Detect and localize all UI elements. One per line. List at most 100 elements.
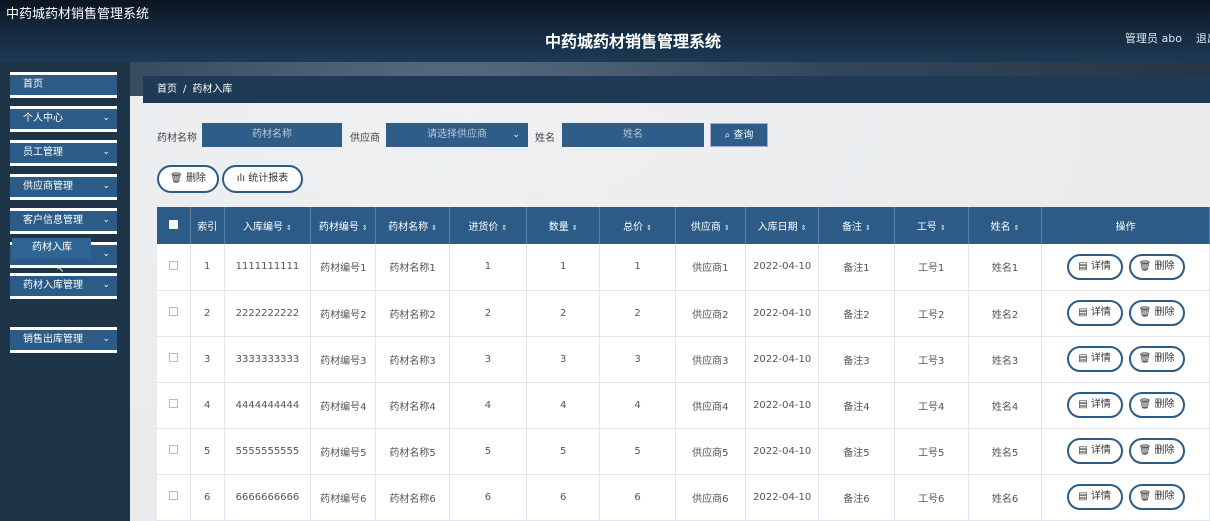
breadcrumb-current: 药材入库 [192,84,233,95]
table-cell: 供应商3 [675,336,746,383]
detail-button[interactable]: ▤ 详情 [1066,438,1123,464]
select-all-header[interactable] [157,207,191,244]
table-cell: 2022-04-10 [745,336,820,383]
sort-icon[interactable]: ⇕ [1014,224,1020,232]
column-header-0[interactable]: 索引 [190,207,225,244]
table-cell: 工号6 [894,474,969,521]
sort-icon[interactable]: ⇕ [646,224,652,232]
detail-button[interactable]: ▤ 详情 [1066,300,1123,326]
batch-delete-button[interactable]: 🗑 删除 [157,165,219,193]
detail-button[interactable]: ▤ 详情 [1066,392,1123,418]
sort-icon[interactable]: ⇕ [501,224,507,232]
table-cell: 姓名6 [968,474,1043,521]
table-cell: 1 [526,244,601,291]
sidebar-item-0[interactable]: 首页 [10,72,117,98]
sort-icon[interactable]: ⇕ [940,224,946,232]
table-cell: 药材编号5 [310,428,377,475]
sidebar-item-4[interactable]: 客户信息管理 ⌄ [10,208,117,234]
row-checkbox[interactable] [168,307,178,316]
column-header-3[interactable]: 药材名称 ⇕ [375,207,450,244]
sort-icon[interactable]: ⇕ [801,224,807,232]
table-cell: 供应商4 [675,382,746,429]
table-cell: 1 [599,244,676,291]
column-header-6[interactable]: 总价 ⇕ [599,207,676,244]
column-header-12[interactable]: 操作 [1041,207,1210,244]
sort-icon[interactable]: ⇕ [286,224,292,232]
table-cell: 供应商2 [675,290,746,337]
sort-icon[interactable]: ⇕ [362,224,368,232]
detail-button[interactable]: ▤ 详情 [1066,346,1123,372]
table-cell: 2 [190,290,225,337]
statistics-report-button[interactable]: ılı 统计报表 [222,165,303,193]
table-cell: 药材名称5 [375,428,450,475]
sort-icon[interactable]: ⇕ [724,224,730,232]
logout-link[interactable]: 退出 [1196,30,1210,46]
table-cell: 姓名2 [968,290,1043,337]
table-cell: 药材编号1 [310,244,377,291]
search-button[interactable]: ⌕ 查询 [710,123,768,147]
column-header-9[interactable]: 备注 ⇕ [818,207,895,244]
sidebar-item-1[interactable]: 个人中心 ⌄ [10,106,117,132]
row-checkbox[interactable] [168,445,178,454]
chevron-down-icon: ⌄ [102,181,110,191]
medicine-name-input[interactable]: 药材名称 [202,123,342,147]
document-icon: ▤ [1078,445,1088,456]
sidebar-item-6[interactable]: 药材入库管理 ⌄ [10,273,117,299]
sort-icon[interactable]: ⇕ [572,224,578,232]
chevron-down-icon: ⌄ [102,147,110,157]
column-header-11[interactable]: 姓名 ⇕ [968,207,1043,244]
sort-icon[interactable]: ⇕ [865,224,871,232]
table-cell: 6 [449,474,528,521]
table-row: 6 6666666666 药材编号6 药材名称6 6 6 6 供应商6 2022-04-10 备注… [157,474,1210,521]
sidebar-item-2[interactable]: 员工管理 ⌄ [10,140,117,166]
row-checkbox[interactable] [168,260,178,270]
table-cell: 5 [599,428,676,475]
delete-button[interactable]: 🗑 删除 [1128,392,1185,418]
delete-button[interactable]: 🗑 删除 [1128,300,1185,326]
table-cell: 姓名5 [968,428,1043,475]
table-row: 1 1111111111 药材编号1 药材名称1 1 1 1 供应商1 2022-04-10 备注… [157,244,1210,291]
breadcrumb-home[interactable]: 首页 [157,84,177,95]
delete-button[interactable]: 🗑 删除 [1128,438,1185,464]
column-header-8[interactable]: 入库日期 ⇕ [745,207,820,244]
table-cell: 3333333333 [224,336,312,383]
detail-button[interactable]: ▤ 详情 [1066,253,1123,280]
delete-button[interactable]: 🗑 删除 [1128,346,1185,372]
row-checkbox[interactable] [168,353,178,362]
current-user[interactable]: 管理员 abo [1125,30,1182,46]
select-all-checkbox[interactable] [168,219,178,229]
table-cell: 5 [449,428,528,475]
column-header-7[interactable]: 供应商 ⇕ [675,207,746,244]
table-cell: 备注3 [818,336,895,383]
document-icon: ▤ [1078,307,1088,318]
table-cell: 1 [449,244,528,291]
sidebar-item-7[interactable]: 销售出库管理 ⌄ [10,327,117,353]
column-header-2[interactable]: 药材编号 ⇕ [310,207,377,244]
detail-button[interactable]: ▤ 详情 [1066,484,1123,510]
row-checkbox[interactable] [168,399,178,408]
table-cell: 1111111111 [224,244,312,291]
trash-icon: 🗑 [170,173,183,184]
column-header-4[interactable]: 进货价 ⇕ [449,207,528,244]
table-cell: 2022-04-10 [745,428,820,475]
row-checkbox[interactable] [168,491,178,500]
table-body: 1 1111111111 药材编号1 药材名称1 1 1 1 供应商1 2022-04-10 备注… [157,244,1210,521]
column-header-1[interactable]: 入库编号 ⇕ [224,207,312,244]
column-header-5[interactable]: 数量 ⇕ [526,207,601,244]
table-cell: 3 [190,336,225,383]
trash-icon: 🗑 [1138,399,1152,410]
sidebar-item-3[interactable]: 供应商管理 ⌄ [10,174,117,200]
row-actions: ▤ 详情 🗑 删除 [1041,474,1210,521]
table-cell: 4444444444 [224,382,312,429]
table-row: 3 3333333333 药材编号3 药材名称3 3 3 3 供应商3 2022-04-10 备注… [157,336,1210,383]
delete-button[interactable]: 🗑 删除 [1128,484,1185,510]
chevron-down-icon: ⌄ [102,215,110,225]
table-cell: 姓名1 [968,244,1043,291]
supplier-select[interactable]: 请选择供应商 ⌄ [386,123,528,147]
name-input[interactable]: 姓名 [562,123,704,147]
delete-button[interactable]: 🗑 删除 [1128,253,1185,280]
table-cell: 6 [526,474,601,521]
submenu-item-medicine-inbound[interactable]: 药材入库 [12,238,91,258]
column-header-10[interactable]: 工号 ⇕ [894,207,969,244]
sort-icon[interactable]: ⇕ [431,224,437,232]
